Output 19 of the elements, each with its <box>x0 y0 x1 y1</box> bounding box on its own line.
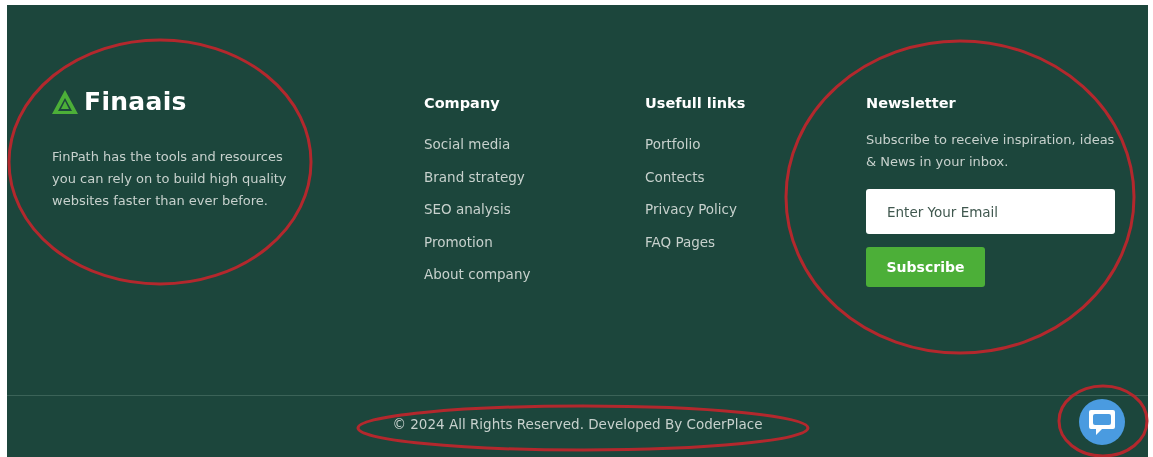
footer-link[interactable]: Social media <box>424 135 511 153</box>
footer-link[interactable]: FAQ Pages <box>645 232 716 251</box>
footer-link[interactable]: Privacy Policy <box>645 200 737 218</box>
logo-icon <box>52 89 78 114</box>
email-field[interactable]: Enter Your Email <box>866 189 1115 234</box>
copyright-text: © 2024 All Rights Reserved. Developed By CoderPlace <box>392 415 763 432</box>
footer-link[interactable]: SEO analysis <box>424 200 511 218</box>
column-title: Usefull links <box>645 95 747 111</box>
footer-link[interactable]: Portfolio <box>645 135 701 153</box>
newsletter-text: Subscribe to receive inspiration, ideas & News in your inbox. <box>866 131 1116 171</box>
newsletter-title: Newsletter <box>866 95 957 111</box>
brand-name: Finaais <box>84 87 187 116</box>
column-title: Company <box>424 95 501 111</box>
footer-link[interactable]: Brand strategy <box>424 167 525 186</box>
footer-link[interactable]: About company <box>424 265 531 283</box>
footer-link[interactable]: Promotion <box>424 232 493 251</box>
chat-icon <box>1087 407 1117 437</box>
footer-link[interactable]: Contects <box>645 167 705 186</box>
brand-description: FinPath has the tools and resources you can rely on to build high quality websites faster than ever before. <box>52 148 288 210</box>
